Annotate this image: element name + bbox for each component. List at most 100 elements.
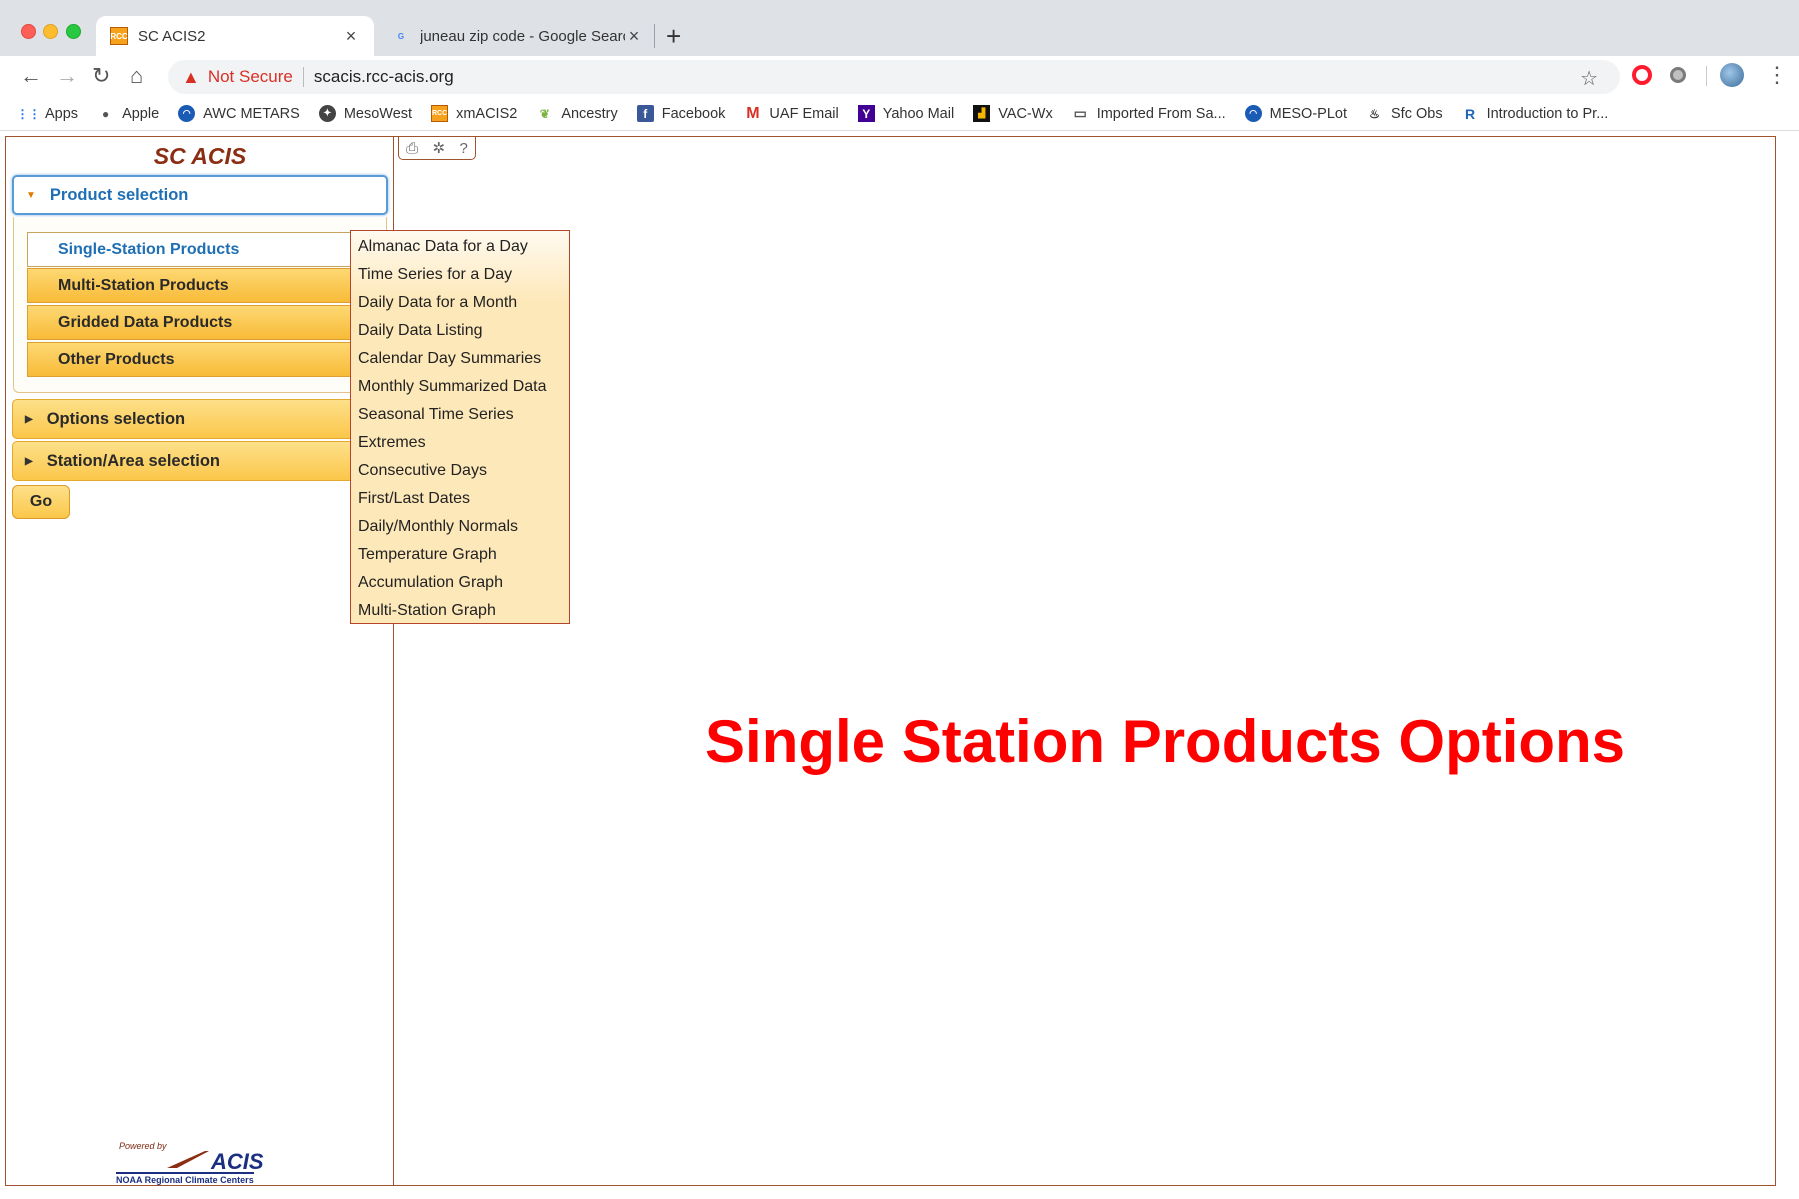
print-icon[interactable]: ⎙ — [406, 140, 418, 157]
browser-tab-bar: RCC SC ACIS2 × G juneau zip code - Googl… — [0, 0, 1799, 56]
sidebar: SC ACIS ▼ Product selection Single-Stati… — [6, 137, 570, 1186]
accordion-label: Station/Area selection — [46, 451, 221, 470]
window-zoom-button[interactable] — [66, 24, 81, 39]
product-selection-header[interactable]: ▼ Product selection — [12, 175, 388, 215]
triangle-right-icon: ▶ — [25, 455, 33, 467]
new-tab-plus-icon[interactable]: + — [666, 18, 681, 54]
reload-icon[interactable]: ↻ — [92, 64, 110, 88]
window-minimize-button[interactable] — [43, 24, 58, 39]
overlay-title: Single Station Products Options — [705, 708, 1626, 775]
forward-arrow-icon[interactable]: → — [56, 64, 78, 88]
bookmark-label: AWC METARS — [203, 105, 300, 122]
go-button[interactable]: Go — [12, 485, 70, 519]
acis-logo: Powered by ACIS NOAA Regional Climate Ce… — [111, 1141, 271, 1185]
bookmark-vac-wx[interactable]: ▟ VAC-Wx — [973, 105, 1053, 122]
menu-item-daily-data-listing[interactable]: Daily Data Listing — [351, 317, 569, 345]
bookmark-ancestry[interactable]: ❦ Ancestry — [536, 105, 618, 122]
menu-item-calendar-day-summaries[interactable]: Calendar Day Summaries — [351, 345, 569, 373]
menu-item-accumulation-graph[interactable]: Accumulation Graph — [351, 569, 569, 597]
menu-item-time-series-day[interactable]: Time Series for a Day — [351, 261, 569, 289]
gmail-icon: M — [746, 104, 760, 122]
noaa-icon: ◠ — [1244, 105, 1262, 122]
menu-item-normals[interactable]: Daily/Monthly Normals — [351, 513, 569, 541]
menu-item-temperature-graph[interactable]: Temperature Graph — [351, 541, 569, 569]
help-icon[interactable]: ? — [459, 140, 467, 157]
apps-grid-icon: ⋮⋮ — [16, 106, 41, 121]
window-close-button[interactable] — [21, 24, 36, 39]
bookmark-yahoo-mail[interactable]: Y Yahoo Mail — [857, 105, 955, 122]
security-label[interactable]: Not Secure — [208, 67, 293, 87]
bookmark-facebook[interactable]: f Facebook — [636, 105, 726, 122]
tab-title: juneau zip code - Google Search — [420, 27, 625, 45]
extension-icon[interactable] — [1670, 67, 1686, 83]
apple-icon: ● — [101, 106, 110, 121]
bookmark-apps[interactable]: ⋮⋮ Apps — [16, 105, 79, 122]
bookmark-star-icon[interactable]: ☆ — [1580, 66, 1598, 91]
profile-avatar[interactable] — [1720, 63, 1744, 87]
station-area-selection-header[interactable]: ▶ Station/Area selection — [12, 441, 388, 481]
bookmark-xmacis2[interactable]: RCC xmACIS2 — [431, 105, 517, 122]
powered-by-text: Powered by — [119, 1141, 167, 1151]
product-single-station[interactable]: Single-Station Products — [27, 232, 367, 267]
bookmark-intro-r[interactable]: R Introduction to Pr... — [1462, 105, 1608, 122]
bookmark-folder-imported[interactable]: ▭ Imported From Sa... — [1072, 105, 1226, 122]
menu-item-extremes[interactable]: Extremes — [351, 429, 569, 457]
bookmark-label: Facebook — [661, 105, 726, 122]
menu-kebab-icon[interactable]: ⋮ — [1766, 62, 1788, 88]
tab-google-search[interactable]: G juneau zip code - Google Search × — [380, 16, 655, 56]
product-gridded-data[interactable]: Gridded Data Products — [27, 305, 367, 340]
bookmark-label: Apps — [45, 105, 79, 122]
bookmark-awc-metars[interactable]: ◠ AWC METARS — [178, 105, 300, 122]
bookmark-apple[interactable]: ● Apple — [97, 105, 159, 122]
brand-title: SC ACIS — [153, 143, 247, 169]
close-icon[interactable]: × — [342, 26, 360, 47]
menu-item-multi-station-graph[interactable]: Multi-Station Graph — [351, 597, 569, 625]
menu-item-daily-data-month[interactable]: Daily Data for a Month — [351, 289, 569, 317]
flame-icon: ♨ — [1369, 106, 1380, 121]
wx-chart-icon: ▟ — [973, 105, 991, 122]
product-multi-station[interactable]: Multi-Station Products — [27, 268, 367, 303]
opera-extension-icon[interactable] — [1632, 65, 1652, 85]
toolbar-divider — [1706, 66, 1707, 86]
close-icon[interactable]: × — [625, 26, 643, 47]
r-lang-icon: R — [1465, 105, 1476, 122]
url-text[interactable]: scacis.rcc-acis.org — [314, 67, 454, 87]
triangle-right-icon: ▶ — [25, 413, 33, 425]
globe-icon: ✦ — [318, 105, 336, 122]
main-content: ⎙ ✲ ? Single Station Products Options — [395, 137, 1775, 1186]
rcc-icon: RCC — [431, 105, 449, 122]
content-toolbar: ⎙ ✲ ? — [398, 137, 476, 160]
ancestry-leaf-icon: ❦ — [539, 106, 550, 121]
tab-separator — [654, 24, 655, 48]
bookmark-sfc-obs[interactable]: ♨ Sfc Obs — [1366, 105, 1443, 122]
folder-icon: ▭ — [1073, 105, 1087, 121]
menu-item-consecutive-days[interactable]: Consecutive Days — [351, 457, 569, 485]
gear-icon[interactable]: ✲ — [433, 139, 446, 157]
yahoo-icon: Y — [857, 105, 875, 122]
home-icon[interactable]: ⌂ — [130, 64, 143, 88]
bookmark-label: MESO-PLot — [1269, 105, 1347, 122]
menu-item-monthly-summarized[interactable]: Monthly Summarized Data — [351, 373, 569, 401]
noaa-icon: ◠ — [178, 105, 196, 122]
bookmark-uaf-email[interactable]: M UAF Email — [744, 105, 838, 122]
options-selection-header[interactable]: ▶ Options selection — [12, 399, 388, 439]
bookmark-label: Sfc Obs — [1391, 105, 1443, 122]
tab-sc-acis2[interactable]: RCC SC ACIS2 × — [96, 16, 374, 56]
tab-title: SC ACIS2 — [138, 27, 206, 45]
menu-item-first-last-dates[interactable]: First/Last Dates — [351, 485, 569, 513]
bookmark-label: Apple — [122, 105, 160, 122]
bookmark-label: xmACIS2 — [456, 105, 518, 122]
bookmark-label: Yahoo Mail — [882, 105, 955, 122]
single-station-products-menu: Almanac Data for a Day Time Series for a… — [350, 230, 570, 624]
back-arrow-icon[interactable]: ← — [20, 64, 42, 88]
bookmark-label: MesoWest — [343, 105, 413, 122]
menu-item-seasonal-time-series[interactable]: Seasonal Time Series — [351, 401, 569, 429]
browser-toolbar: ← → ↻ ⌂ ▲ Not Secure scacis.rcc-acis.org… — [0, 56, 1799, 97]
bookmark-meso-plot[interactable]: ◠ MESO-PLot — [1244, 105, 1347, 122]
bookmark-label: VAC-Wx — [998, 105, 1053, 122]
address-bar[interactable]: ▲ Not Secure scacis.rcc-acis.org ☆ — [168, 60, 1620, 94]
product-other[interactable]: Other Products — [27, 342, 367, 377]
menu-item-almanac-data[interactable]: Almanac Data for a Day — [351, 233, 569, 261]
noaa-rcc-text: NOAA Regional Climate Centers — [116, 1172, 254, 1185]
bookmark-mesowest[interactable]: ✦ MesoWest — [318, 105, 413, 122]
